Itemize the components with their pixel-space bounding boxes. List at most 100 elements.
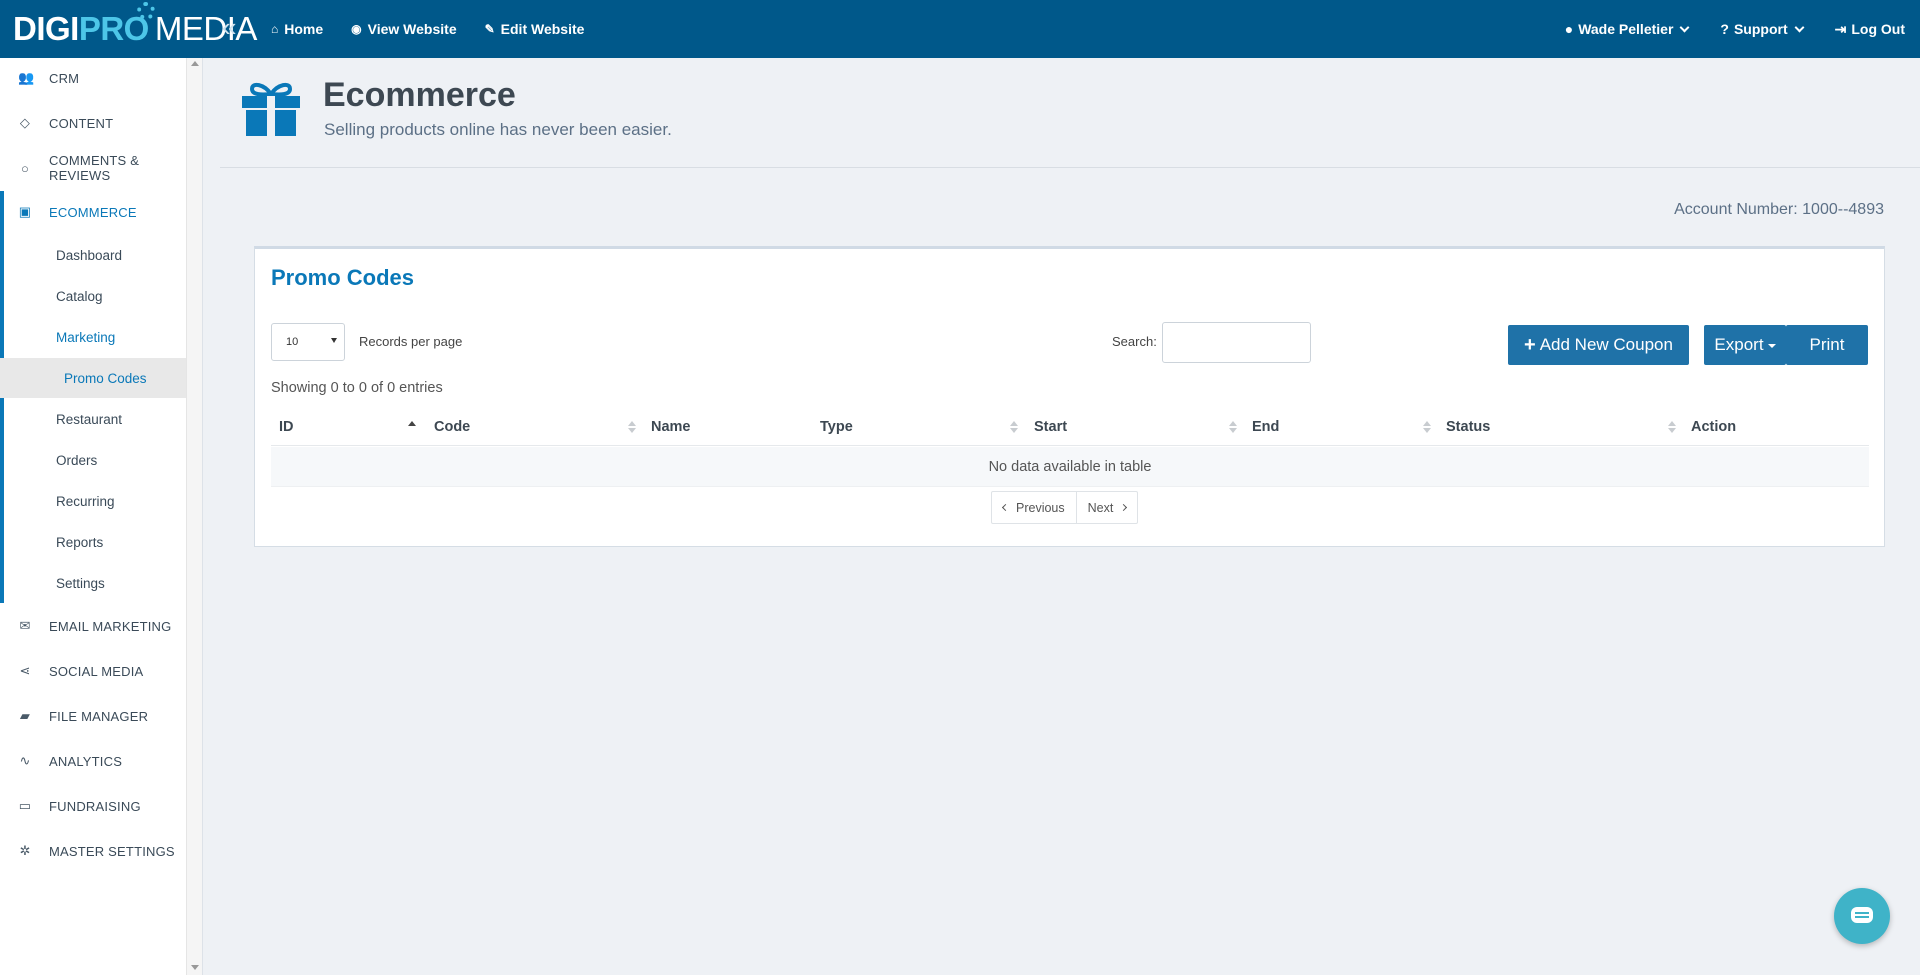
sidebar-subitem-label: Recurring [56, 493, 115, 509]
page-header: Ecommerce Selling products online has ne… [220, 58, 1920, 168]
column-header-start[interactable]: Start [1034, 419, 1067, 435]
promo-codes-panel: Promo Codes 10 Records per page Search: … [254, 246, 1885, 547]
sort-icon[interactable] [1668, 421, 1676, 435]
sidebar-item-label: ECOMMERCE [49, 204, 137, 220]
sidebar-subitem-label: Restaurant [56, 411, 123, 427]
sort-icon[interactable] [1010, 421, 1018, 435]
logout-icon: ⇥ [1834, 20, 1847, 37]
panel-title: Promo Codes [271, 265, 415, 290]
sidebar-item-crm[interactable]: 👥 CRM [0, 58, 202, 98]
sidebar-subitem-dashboard[interactable]: Dashboard [0, 235, 202, 275]
sidebar-subitem-reports[interactable]: Reports [0, 522, 202, 562]
logout-link[interactable]: ⇥ Log Out [1835, 21, 1905, 38]
sidebar-item-content[interactable]: ◇ CONTENT [0, 103, 202, 143]
collapse-sidebar-icon[interactable]: « [222, 14, 236, 40]
user-name: Wade Pelletier [1578, 21, 1674, 37]
nav-edit-website-link[interactable]: ✎ Edit Website [485, 21, 585, 37]
top-nav: ⌂ Home ◉ View Website ✎ Edit Website [271, 0, 584, 58]
sidebar-item-file-manager[interactable]: ▰ FILE MANAGER [0, 696, 202, 736]
nav-home-link[interactable]: ⌂ Home [271, 21, 323, 37]
chat-bubble-icon [1851, 907, 1873, 923]
sidebar-subitem-restaurant[interactable]: Restaurant [0, 399, 202, 439]
search-input[interactable] [1162, 322, 1311, 363]
sidebar-item-comments-reviews[interactable]: ○ COMMENTS & REVIEWS [0, 148, 202, 188]
sidebar-scrollbar[interactable] [186, 58, 202, 975]
support-menu[interactable]: ? Support [1720, 21, 1805, 37]
sort-asc-icon[interactable] [408, 421, 416, 435]
previous-page-button[interactable]: Previous [992, 492, 1076, 523]
sidebar-item-label: MASTER SETTINGS [49, 843, 175, 859]
support-label: Support [1733, 21, 1788, 37]
caret-down-icon [1767, 344, 1776, 348]
sidebar-item-label: ANALYTICS [49, 753, 123, 769]
column-header-action: Action [1691, 419, 1737, 435]
column-header-id[interactable]: ID [279, 419, 294, 435]
page-subtitle: Selling products online has never been e… [324, 120, 672, 139]
column-header-end[interactable]: End [1252, 419, 1279, 435]
user-menu[interactable]: ● Wade Pelletier [1565, 21, 1690, 37]
chat-widget-button[interactable] [1834, 888, 1890, 944]
records-per-page-select[interactable]: 10 [271, 323, 345, 361]
add-new-coupon-label: Add New Coupon [1539, 335, 1673, 354]
sidebar-subitem-orders[interactable]: Orders [0, 440, 202, 480]
users-icon: 👥 [18, 70, 35, 85]
sidebar-item-fundraising[interactable]: ▭ FUNDRAISING [0, 786, 202, 826]
sidebar-subitem-promo-codes[interactable]: Promo Codes [0, 358, 202, 398]
envelope-icon: ✉ [19, 618, 31, 633]
sidebar-item-master-settings[interactable]: ✲ MASTER SETTINGS [0, 831, 202, 871]
folder-icon: ▰ [19, 708, 31, 723]
scroll-up-arrow-icon[interactable] [191, 61, 199, 66]
column-header-name[interactable]: Name [651, 419, 691, 435]
showing-entries-text: Showing 0 to 0 of 0 entries [271, 380, 443, 396]
empty-table-message: No data available in table [988, 458, 1152, 475]
sort-icon[interactable] [628, 421, 636, 435]
edit-icon: ✎ [484, 22, 495, 36]
sidebar-item-label: CONTENT [49, 115, 114, 131]
diamond-icon: ◇ [19, 115, 31, 130]
scroll-down-arrow-icon[interactable] [191, 965, 199, 970]
column-header-status[interactable]: Status [1446, 419, 1490, 435]
column-header-code[interactable]: Code [434, 419, 470, 435]
add-new-coupon-button[interactable]: + Add New Coupon [1508, 325, 1689, 365]
sort-icon[interactable] [1229, 421, 1237, 435]
sort-icon[interactable] [1423, 421, 1431, 435]
sidebar-subitem-recurring[interactable]: Recurring [0, 481, 202, 521]
sidebar-subitem-label: Settings [56, 575, 105, 591]
logo-part-media: MEDIA [154, 10, 258, 47]
records-per-page-label: Records per page [359, 334, 463, 349]
nav-view-website-link[interactable]: ◉ View Website [351, 21, 456, 37]
export-button[interactable]: Export [1704, 325, 1786, 365]
brand-logo[interactable]: DIGI PRO MEDIA [13, 2, 258, 49]
sidebar-subitem-settings[interactable]: Settings [0, 563, 202, 603]
money-icon: ▭ [18, 798, 32, 813]
sidebar-item-label: EMAIL MARKETING [49, 618, 172, 634]
top-right-menu: ● Wade Pelletier ? Support ⇥ Log Out [1565, 0, 1905, 58]
top-navbar: DIGI PRO MEDIA « ⌂ Home ◉ View Website ✎… [0, 0, 1920, 58]
next-page-button[interactable]: Next [1075, 492, 1138, 523]
nav-edit-website-label: Edit Website [500, 21, 585, 37]
print-label: Print [1809, 335, 1845, 354]
eye-icon: ◉ [351, 22, 362, 36]
sidebar-subitem-label: Dashboard [56, 247, 123, 263]
home-icon: ⌂ [271, 22, 279, 36]
sidebar-item-email-marketing[interactable]: ✉ EMAIL MARKETING [0, 606, 202, 646]
logo-part-digi: DIGI [13, 10, 79, 47]
chevron-down-icon [1679, 22, 1690, 32]
table-header: ID Code Name Type Start End Status Actio… [271, 409, 1869, 446]
print-button[interactable]: Print [1786, 325, 1868, 365]
sidebar-item-ecommerce[interactable]: ▣ ECOMMERCE [0, 192, 202, 232]
sidebar-subitem-label: Orders [56, 452, 98, 468]
question-circle-icon: ? [1720, 21, 1729, 37]
sidebar-subitem-marketing[interactable]: Marketing [0, 317, 202, 357]
sidebar-subitem-label: Reports [56, 534, 104, 550]
sidebar-item-analytics[interactable]: ∿ ANALYTICS [0, 741, 202, 781]
share-icon: ⋖ [19, 663, 31, 678]
account-number: Account Number: 1000--4893 [1674, 201, 1884, 218]
caret-down-icon [331, 338, 337, 343]
sidebar-item-social-media[interactable]: ⋖ SOCIAL MEDIA [0, 651, 202, 691]
column-header-type[interactable]: Type [820, 419, 853, 435]
records-per-page-value: 10 [286, 336, 299, 348]
next-label: Next [1087, 500, 1114, 515]
sidebar: 👥 CRM ◇ CONTENT ○ COMMENTS & REVIEWS ▣ E… [0, 58, 203, 975]
sidebar-subitem-catalog[interactable]: Catalog [0, 276, 202, 316]
